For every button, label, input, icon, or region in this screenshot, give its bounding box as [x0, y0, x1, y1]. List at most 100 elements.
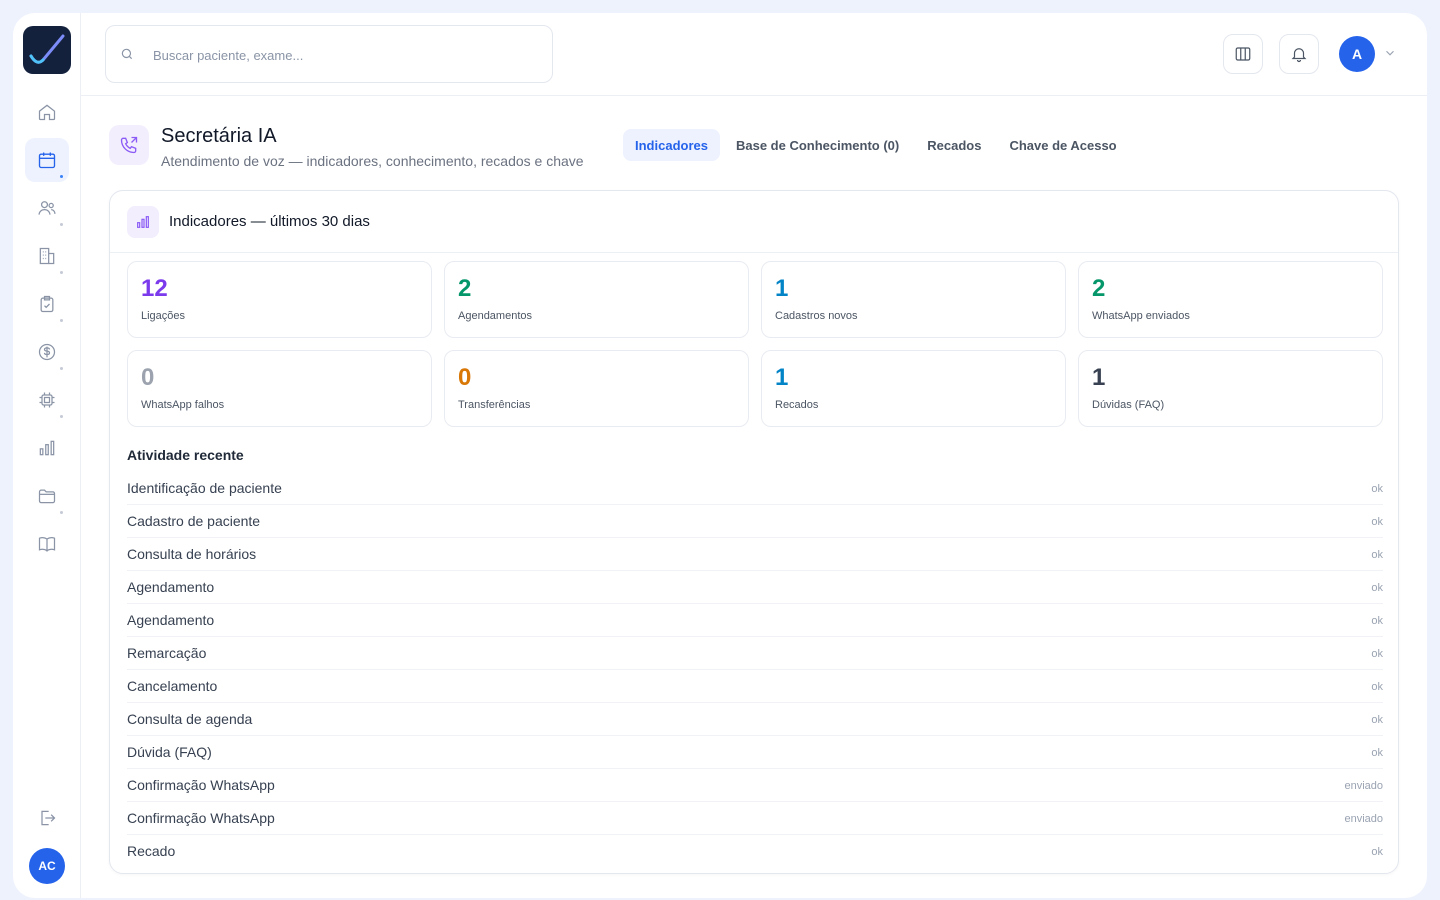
logout-icon	[41, 810, 56, 826]
activity-status: ok	[1371, 747, 1383, 759]
stat-card-agendamentos: 2 Agendamentos	[444, 261, 749, 338]
top-header: A	[81, 13, 1427, 96]
app-logo[interactable]	[23, 26, 71, 74]
activity-status: ok	[1371, 582, 1383, 594]
stat-label: Agendamentos	[458, 310, 532, 322]
stat-card-transferencias: 0 Transferências	[444, 350, 749, 427]
user-avatar[interactable]: A	[1339, 36, 1375, 72]
tab-bar: Indicadores Base de Conhecimento (0) Rec…	[623, 129, 1133, 161]
stat-label: Recados	[775, 399, 819, 411]
sidebar-item-patients[interactable]	[25, 186, 69, 230]
activity-status: ok	[1371, 681, 1383, 693]
stat-label: WhatsApp falhos	[141, 399, 225, 411]
nav-dot	[60, 319, 63, 322]
stat-card-whatsapp-falhos: 0 WhatsApp falhos	[127, 350, 432, 427]
sidebar-nav	[25, 90, 69, 570]
search-input[interactable]	[153, 44, 533, 66]
activity-status: enviado	[1344, 780, 1383, 792]
stat-value: 1	[775, 364, 789, 391]
folder-icon	[38, 489, 56, 504]
activity-status: enviado	[1344, 813, 1383, 825]
stat-card-ligacoes: 12 Ligações	[127, 261, 432, 338]
dollar-icon	[38, 343, 56, 361]
stat-value: 2	[1092, 275, 1106, 302]
sidebar: AC	[13, 13, 81, 898]
page-title: Secretária IA	[161, 125, 277, 147]
tab-chave-acesso[interactable]: Chave de Acesso	[997, 129, 1128, 161]
page-subtitle: Atendimento de voz — indicadores, conhec…	[161, 153, 584, 169]
building-icon	[39, 247, 55, 265]
activity-name: Consulta de agenda	[127, 711, 253, 727]
users-icon	[38, 201, 56, 215]
activity-status: ok	[1371, 714, 1383, 726]
stat-label: Ligações	[141, 310, 186, 322]
list-item: Dúvida (FAQ) ok	[127, 736, 1383, 769]
sidebar-item-ai[interactable]	[25, 378, 69, 422]
stat-label: WhatsApp enviados	[1092, 310, 1190, 322]
stat-label: Dúvidas (FAQ)	[1092, 399, 1165, 411]
app-frame: AC A Secretária IA Atendimento de voz — …	[13, 13, 1427, 898]
stat-value: 1	[1092, 364, 1106, 391]
activity-status: ok	[1371, 648, 1383, 660]
clipboard-check-icon	[40, 295, 54, 313]
activity-name: Agendamento	[127, 579, 215, 595]
activity-name: Identificação de paciente	[127, 480, 282, 496]
list-item: Consulta de horários ok	[127, 538, 1383, 571]
list-item: Identificação de paciente ok	[127, 472, 1383, 505]
activity-name: Dúvida (FAQ)	[127, 744, 212, 760]
activity-status: ok	[1371, 549, 1383, 561]
activity-name: Confirmação WhatsApp	[127, 810, 275, 826]
sidebar-item-finance[interactable]	[25, 330, 69, 374]
activity-name: Agendamento	[127, 612, 215, 628]
logout-button[interactable]	[25, 796, 69, 840]
nav-dot	[60, 367, 63, 370]
indicators-panel: Indicadores — últimos 30 dias 12 Ligaçõe…	[109, 190, 1399, 874]
bell-icon	[1291, 48, 1307, 63]
activity-name: Consulta de horários	[127, 546, 257, 562]
sidebar-item-clinic[interactable]	[25, 234, 69, 278]
nav-dot	[60, 271, 63, 274]
nav-dot	[60, 175, 63, 178]
activity-name: Cadastro de paciente	[127, 513, 261, 529]
stat-label: Cadastros novos	[775, 310, 858, 322]
activity-name: Cancelamento	[127, 678, 218, 694]
activity-status: ok	[1371, 516, 1383, 528]
list-item: Cancelamento ok	[127, 670, 1383, 703]
activity-name: Remarcação	[127, 645, 207, 661]
columns-button[interactable]	[1223, 34, 1263, 74]
stat-value: 1	[775, 275, 789, 302]
activity-status: ok	[1371, 846, 1383, 858]
list-item: Confirmação WhatsApp enviado	[127, 802, 1383, 835]
search-box	[105, 25, 553, 83]
chevron-down-icon[interactable]	[1383, 46, 1397, 60]
stat-value: 0	[458, 364, 472, 391]
stat-card-whatsapp-enviados: 2 WhatsApp enviados	[1078, 261, 1383, 338]
logo-mark-icon	[29, 34, 65, 64]
panel-header: Indicadores — últimos 30 dias	[110, 191, 1398, 253]
stat-card-cadastros: 1 Cadastros novos	[761, 261, 1066, 338]
activity-list: Identificação de paciente ok Cadastro de …	[127, 472, 1383, 868]
tab-base-conhecimento[interactable]: Base de Conhecimento (0)	[724, 129, 911, 161]
sidebar-item-docs[interactable]	[25, 522, 69, 566]
sidebar-item-exams[interactable]	[25, 282, 69, 326]
list-item: Confirmação WhatsApp enviado	[127, 769, 1383, 802]
stat-card-duvidas: 1 Dúvidas (FAQ)	[1078, 350, 1383, 427]
stat-label: Transferências	[458, 399, 531, 411]
activity-name: Recado	[127, 843, 176, 859]
tab-indicadores[interactable]: Indicadores	[623, 129, 720, 161]
bar-chart-icon	[127, 206, 159, 238]
sidebar-item-files[interactable]	[25, 474, 69, 518]
list-item: Agendamento ok	[127, 571, 1383, 604]
sidebar-item-reports[interactable]	[25, 426, 69, 470]
sidebar-item-home[interactable]	[25, 90, 69, 134]
sidebar-user-avatar[interactable]: AC	[29, 848, 65, 884]
list-item: Recado ok	[127, 835, 1383, 868]
book-icon	[38, 536, 56, 552]
tab-recados[interactable]: Recados	[915, 129, 993, 161]
search-icon	[121, 48, 133, 60]
sidebar-item-calendar[interactable]	[25, 138, 69, 182]
activity-title: Atividade recente	[127, 447, 244, 463]
stat-value: 12	[141, 275, 168, 302]
notifications-button[interactable]	[1279, 34, 1319, 74]
nav-dot	[60, 415, 63, 418]
